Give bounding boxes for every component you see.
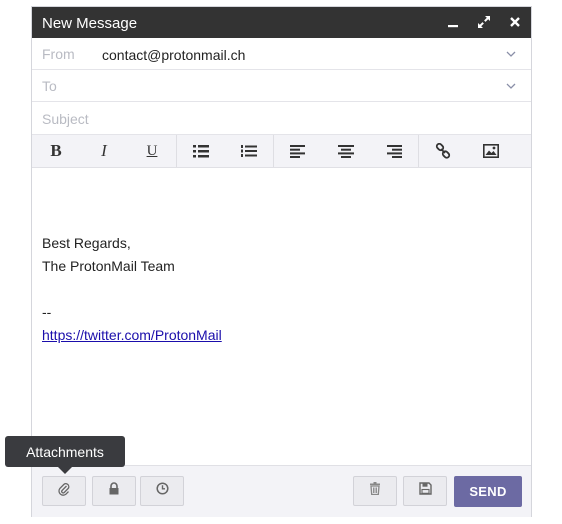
subject-row[interactable]: Subject xyxy=(32,103,531,135)
clock-icon xyxy=(155,482,169,500)
bold-icon[interactable]: B xyxy=(32,135,80,167)
bulleted-list-icon[interactable] xyxy=(177,135,225,167)
to-field[interactable]: To xyxy=(42,78,57,94)
attachments-button[interactable] xyxy=(42,476,86,506)
format-toolbar: B I U xyxy=(32,135,531,168)
to-row[interactable]: To xyxy=(32,70,531,102)
trash-icon xyxy=(369,482,381,500)
underline-icon[interactable]: U xyxy=(128,135,177,167)
composer-footer: SEND xyxy=(32,465,531,517)
numbered-list-icon[interactable] xyxy=(225,135,274,167)
align-right-icon[interactable] xyxy=(370,135,419,167)
close-icon[interactable] xyxy=(506,13,524,31)
body-line: Best Regards, xyxy=(42,235,131,251)
underline-label: U xyxy=(146,142,158,159)
italic-icon[interactable]: I xyxy=(80,135,128,167)
send-button[interactable]: SEND xyxy=(454,476,522,507)
attachments-tooltip: Attachments xyxy=(5,436,125,467)
composer-title: New Message xyxy=(42,15,138,32)
image-icon[interactable] xyxy=(467,135,515,167)
save-draft-button[interactable] xyxy=(403,476,447,506)
from-row[interactable]: From contact@protonmail.ch xyxy=(32,38,531,70)
from-label: From xyxy=(42,46,75,62)
message-body[interactable]: Best Regards, The ProtonMail Team -- htt… xyxy=(42,232,222,347)
italic-label: I xyxy=(101,141,107,160)
expand-icon[interactable] xyxy=(475,13,493,31)
signature-link[interactable]: https://twitter.com/ProtonMail xyxy=(42,327,222,343)
minimize-icon[interactable] xyxy=(444,13,462,31)
bold-label: B xyxy=(50,141,62,160)
body-line: The ProtonMail Team xyxy=(42,258,175,274)
composer-titlebar: New Message xyxy=(32,7,531,38)
align-center-icon[interactable] xyxy=(322,135,370,167)
chevron-down-icon[interactable] xyxy=(505,79,517,91)
body-blank xyxy=(42,278,222,301)
from-field[interactable]: contact@protonmail.ch xyxy=(102,47,245,63)
lock-icon xyxy=(108,482,120,500)
body-line: -- xyxy=(42,304,52,320)
tooltip-arrow xyxy=(58,467,72,474)
save-icon xyxy=(418,482,432,500)
subject-field[interactable]: Subject xyxy=(42,111,89,127)
align-left-icon[interactable] xyxy=(274,135,322,167)
link-icon[interactable] xyxy=(419,135,467,167)
expiration-button[interactable] xyxy=(140,476,184,506)
paperclip-icon xyxy=(58,482,70,501)
chevron-down-icon[interactable] xyxy=(505,47,517,59)
encryption-button[interactable] xyxy=(92,476,136,506)
discard-button[interactable] xyxy=(353,476,397,506)
